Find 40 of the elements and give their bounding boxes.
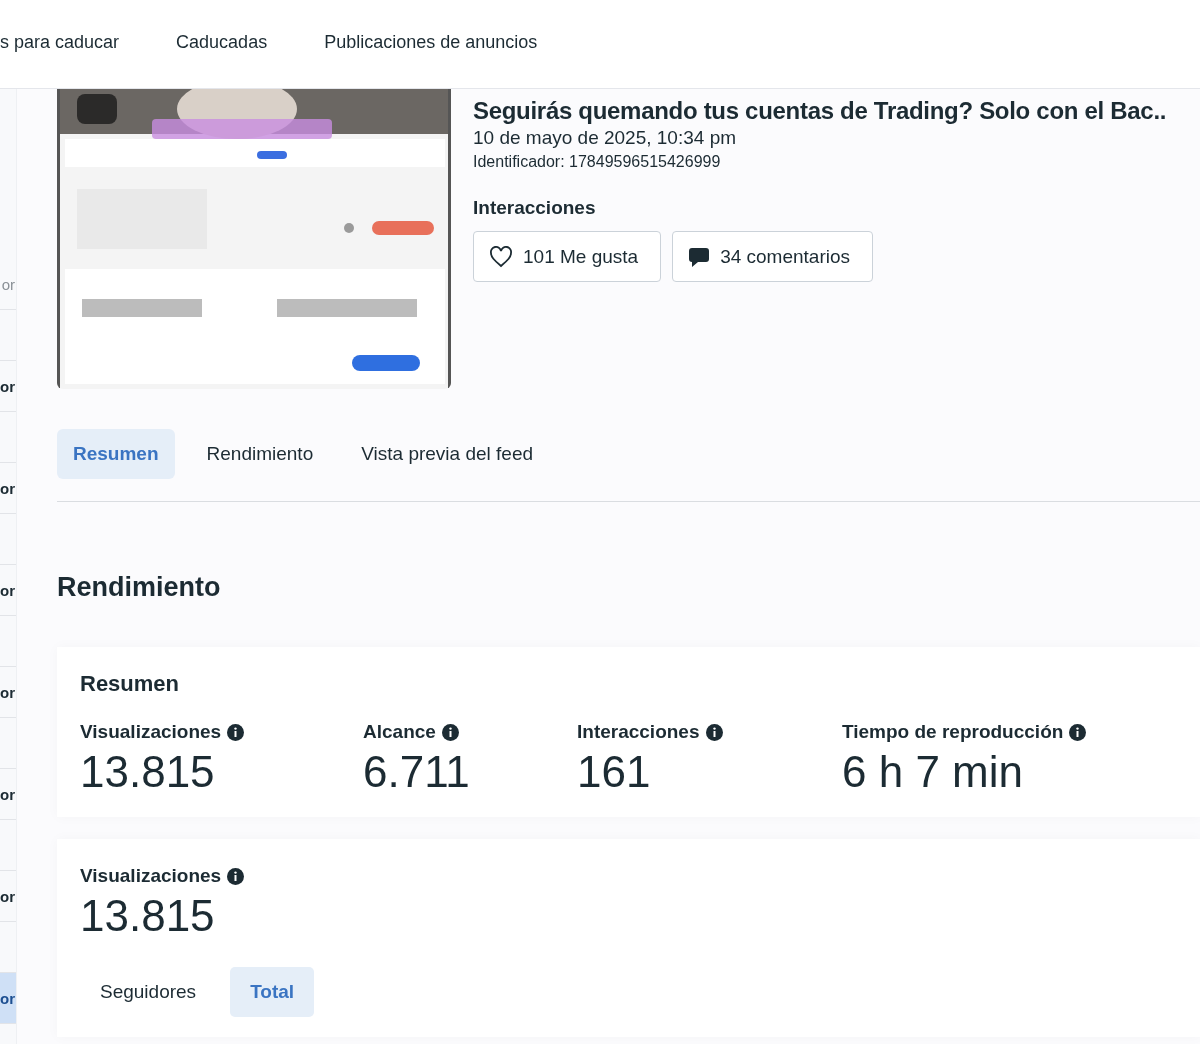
list-row[interactable]: or bbox=[0, 667, 16, 718]
info-icon[interactable] bbox=[1069, 723, 1087, 741]
post-date: 10 de mayo de 2025, 10:34 pm bbox=[473, 127, 738, 149]
tab[interactable]: Rendimiento bbox=[190, 429, 330, 479]
top-tab[interactable]: s para caducar bbox=[0, 32, 120, 56]
metric-value: 161 bbox=[577, 747, 652, 797]
metric-value: 6 h 7 min bbox=[842, 747, 1024, 797]
list-row[interactable]: or bbox=[0, 565, 16, 616]
speech-bubble-icon bbox=[688, 245, 711, 268]
metric-value: 13.815 bbox=[80, 747, 216, 797]
list-row[interactable]: or bbox=[0, 769, 16, 820]
post-identifier: Identificador: 17849596515426999 bbox=[473, 153, 722, 171]
likes-button[interactable]: 101 Me gusta bbox=[473, 231, 662, 282]
interactions-heading: Interacciones bbox=[473, 197, 597, 219]
list-row[interactable]: or bbox=[0, 361, 16, 412]
list-row[interactable]: or bbox=[0, 973, 16, 1024]
list-row[interactable]: or bbox=[0, 463, 16, 514]
info-icon[interactable] bbox=[227, 723, 245, 741]
list-row[interactable]: or bbox=[0, 871, 16, 922]
comments-button[interactable]: 34 comentarios bbox=[672, 231, 874, 282]
tab[interactable]: Resumen bbox=[57, 429, 175, 479]
filter-tab[interactable]: Seguidores bbox=[80, 967, 217, 1017]
metric-label: Visualizaciones bbox=[80, 865, 222, 887]
info-icon[interactable] bbox=[441, 723, 459, 741]
metric-label: Interacciones bbox=[577, 721, 700, 743]
metric-value: 6.711 bbox=[363, 747, 471, 797]
filter-tab[interactable]: Total bbox=[230, 967, 315, 1017]
tab[interactable]: Vista previa del feed bbox=[345, 429, 550, 479]
heart-icon bbox=[489, 245, 513, 268]
section-title: Rendimiento bbox=[57, 572, 222, 603]
info-icon[interactable] bbox=[227, 867, 245, 885]
metric-label: Visualizaciones bbox=[80, 721, 222, 743]
metric-label: Tiempo de reproducción bbox=[842, 721, 1064, 743]
top-tab[interactable]: Publicaciones de anuncios bbox=[324, 32, 538, 56]
post-title: Seguirás quemando tus cuentas de Trading? Solo con el Bac.. bbox=[473, 97, 1167, 125]
card-title: Resumen bbox=[80, 671, 181, 697]
metric-value: 13.815 bbox=[80, 891, 216, 941]
info-icon[interactable] bbox=[705, 723, 723, 741]
top-tab[interactable]: Caducadas bbox=[176, 32, 268, 56]
metric-label: Alcance bbox=[363, 721, 436, 743]
